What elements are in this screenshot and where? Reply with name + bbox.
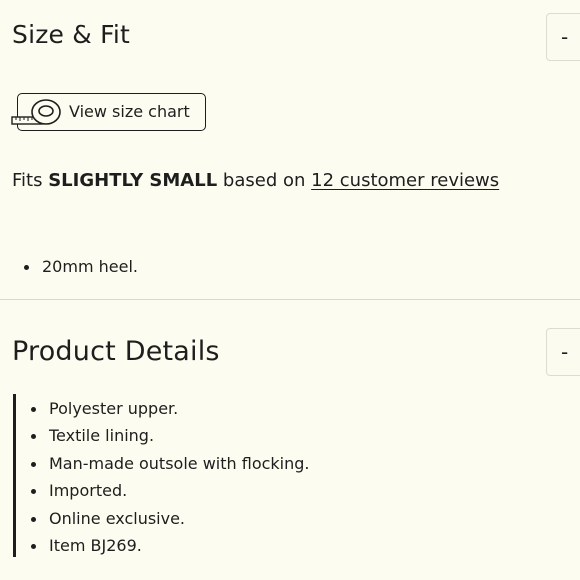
fit-summary: Fits SLIGHTLY SMALL based on 12 customer… — [12, 170, 499, 191]
list-item: Imported. — [31, 477, 310, 504]
list-item: Textile lining. — [31, 422, 310, 449]
view-size-chart-button[interactable]: View size chart — [11, 93, 206, 131]
collapse-icon: - — [561, 25, 569, 49]
details-accent-bar — [13, 394, 16, 557]
product-details-list: Polyester upper. Textile lining. Man-mad… — [31, 395, 310, 559]
section-divider — [0, 299, 580, 300]
product-info-panel: Size & Fit - View size chart Fits SLIGHT… — [0, 0, 580, 580]
size-fit-list: 20mm heel. — [24, 253, 138, 280]
view-size-chart-label: View size chart — [69, 102, 190, 121]
list-item: 20mm heel. — [24, 253, 138, 280]
list-item: Online exclusive. — [31, 505, 310, 532]
fit-middle-text: based on — [222, 170, 306, 191]
tape-measure-icon — [11, 99, 61, 125]
product-details-title: Product Details — [12, 336, 220, 367]
customer-reviews-link[interactable]: 12 customer reviews — [311, 170, 499, 191]
list-item: Man-made outsole with flocking. — [31, 450, 310, 477]
product-details-collapse-button[interactable]: - — [546, 328, 580, 376]
size-fit-title: Size & Fit — [12, 20, 131, 49]
fit-prefix: Fits — [12, 170, 43, 191]
list-item: Polyester upper. — [31, 395, 310, 422]
fit-rating: SLIGHTLY SMALL — [48, 170, 218, 191]
collapse-icon: - — [561, 340, 569, 364]
list-item: Item BJ269. — [31, 532, 310, 559]
size-fit-collapse-button[interactable]: - — [546, 13, 580, 61]
